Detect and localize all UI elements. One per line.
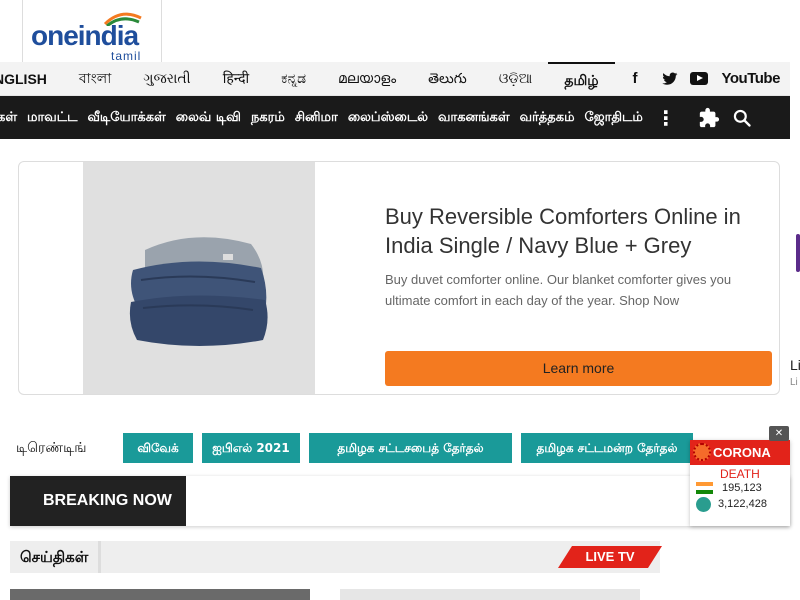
nav-item-vehicles[interactable]: வாகனங்கள் (433, 110, 515, 126)
news-section-header: செய்திகள் LIVE TV (10, 541, 662, 573)
close-icon[interactable]: ✕ (769, 426, 789, 441)
advertisement[interactable]: Buy Reversible Comforters Online in Indi… (18, 161, 780, 395)
header: oneindia tamil (0, 0, 800, 63)
nav-item-city[interactable]: நகரம் (246, 110, 290, 126)
trending-chip-ipl[interactable]: ஐபிஎல் 2021 (202, 433, 300, 463)
logo-text: oneindia (31, 20, 139, 51)
corona-widget[interactable]: CORONA DEATH 195,123 3,122,428 (690, 440, 790, 526)
youtube-label: YouTube (721, 70, 781, 87)
nav-item-videos[interactable]: வீடியோக்கள் (82, 110, 170, 126)
trending-label: டிரெண்டிங் (16, 440, 87, 456)
globe-icon (696, 497, 711, 512)
world-death-count: 3,122,428 (718, 498, 767, 510)
side-ad-accent (796, 234, 800, 272)
lang-telugu[interactable]: తెలుగు (412, 62, 483, 96)
trending-chip-legislative-election[interactable]: தமிழக சட்டமன்ற தேர்தல் (521, 433, 693, 463)
corona-title: CORONA (713, 445, 771, 460)
ad-description: Buy duvet comforter online. Our blanket … (385, 272, 732, 308)
lang-hindi[interactable]: हिन्दी (207, 62, 265, 96)
ad-title[interactable]: Buy Reversible Comforters Online in Indi… (385, 202, 777, 260)
language-bar: NGLISH বাংলা ગુજરાતી हिन्दी ಕನ್ನಡ മലയാളം… (0, 61, 792, 96)
facebook-icon[interactable]: f (621, 70, 650, 87)
lang-malayalam[interactable]: മലയാളം (322, 62, 412, 96)
death-label: DEATH (720, 467, 760, 481)
lang-gujarati[interactable]: ગુજરાતી (127, 62, 206, 96)
lang-english[interactable]: NGLISH (0, 62, 63, 96)
nav-item-lifestyle[interactable]: லைப்ஸ்டைல் (343, 110, 433, 126)
virus-icon (693, 443, 711, 461)
page: oneindia tamil NGLISH বাংলা ગુજરાતી हिन्… (0, 0, 800, 600)
nav-item-news[interactable]: கள் (0, 110, 22, 126)
search-icon[interactable] (732, 108, 752, 128)
news-section-title[interactable]: செய்திகள் (10, 541, 102, 573)
lang-tamil[interactable]: தமிழ் (548, 61, 615, 96)
news-thumbnail[interactable] (340, 589, 640, 600)
nav-item-business[interactable]: வர்த்தகம் (515, 110, 580, 126)
comforter-illustration (129, 237, 268, 346)
category-nav: கள் மாவட்ட வீடியோக்கள் லைவ் டிவி நகரம் ச… (0, 96, 790, 139)
lang-bengali[interactable]: বাংলা (63, 62, 127, 96)
lang-odia[interactable]: ଓଡ଼ିଆ (483, 62, 549, 96)
site-logo[interactable]: oneindia tamil (22, 0, 162, 63)
twitter-icon[interactable] (661, 72, 678, 86)
india-flag-icon (696, 482, 713, 494)
nav-item-cinema[interactable]: சினிமா (290, 110, 343, 126)
side-ad-text[interactable]: Li (790, 357, 800, 373)
nav-item-live-tv[interactable]: லைவ் டிவி (171, 110, 246, 126)
more-menu-icon[interactable]: ⋮ (656, 106, 676, 130)
live-tv-button[interactable]: LIVE TV (558, 546, 662, 568)
news-thumbnail[interactable] (10, 589, 310, 600)
side-ad-subtext: Li (790, 377, 798, 388)
puzzle-icon[interactable] (698, 107, 720, 129)
nav-item-astrology[interactable]: ஜோதிடம் (580, 110, 648, 126)
trending-chip-assembly-election[interactable]: தமிழக சட்டசபைத் தேர்தல் (309, 433, 512, 463)
trending-chip-vivek[interactable]: விவேக் (123, 433, 193, 463)
youtube-icon (689, 72, 708, 85)
nav-item-district[interactable]: மாவட்ட (22, 110, 82, 126)
lang-kannada[interactable]: ಕನ್ನಡ (265, 62, 322, 96)
comforter-image[interactable] (83, 162, 315, 394)
social-links: f YouTube (621, 62, 792, 96)
breaking-news-bar: BREAKING NOW (10, 476, 790, 526)
youtube-link[interactable]: YouTube (689, 70, 792, 87)
breaking-now-label[interactable]: BREAKING NOW (10, 476, 186, 526)
india-death-count: 195,123 (722, 482, 762, 494)
learn-more-button[interactable]: Learn more (385, 351, 772, 386)
